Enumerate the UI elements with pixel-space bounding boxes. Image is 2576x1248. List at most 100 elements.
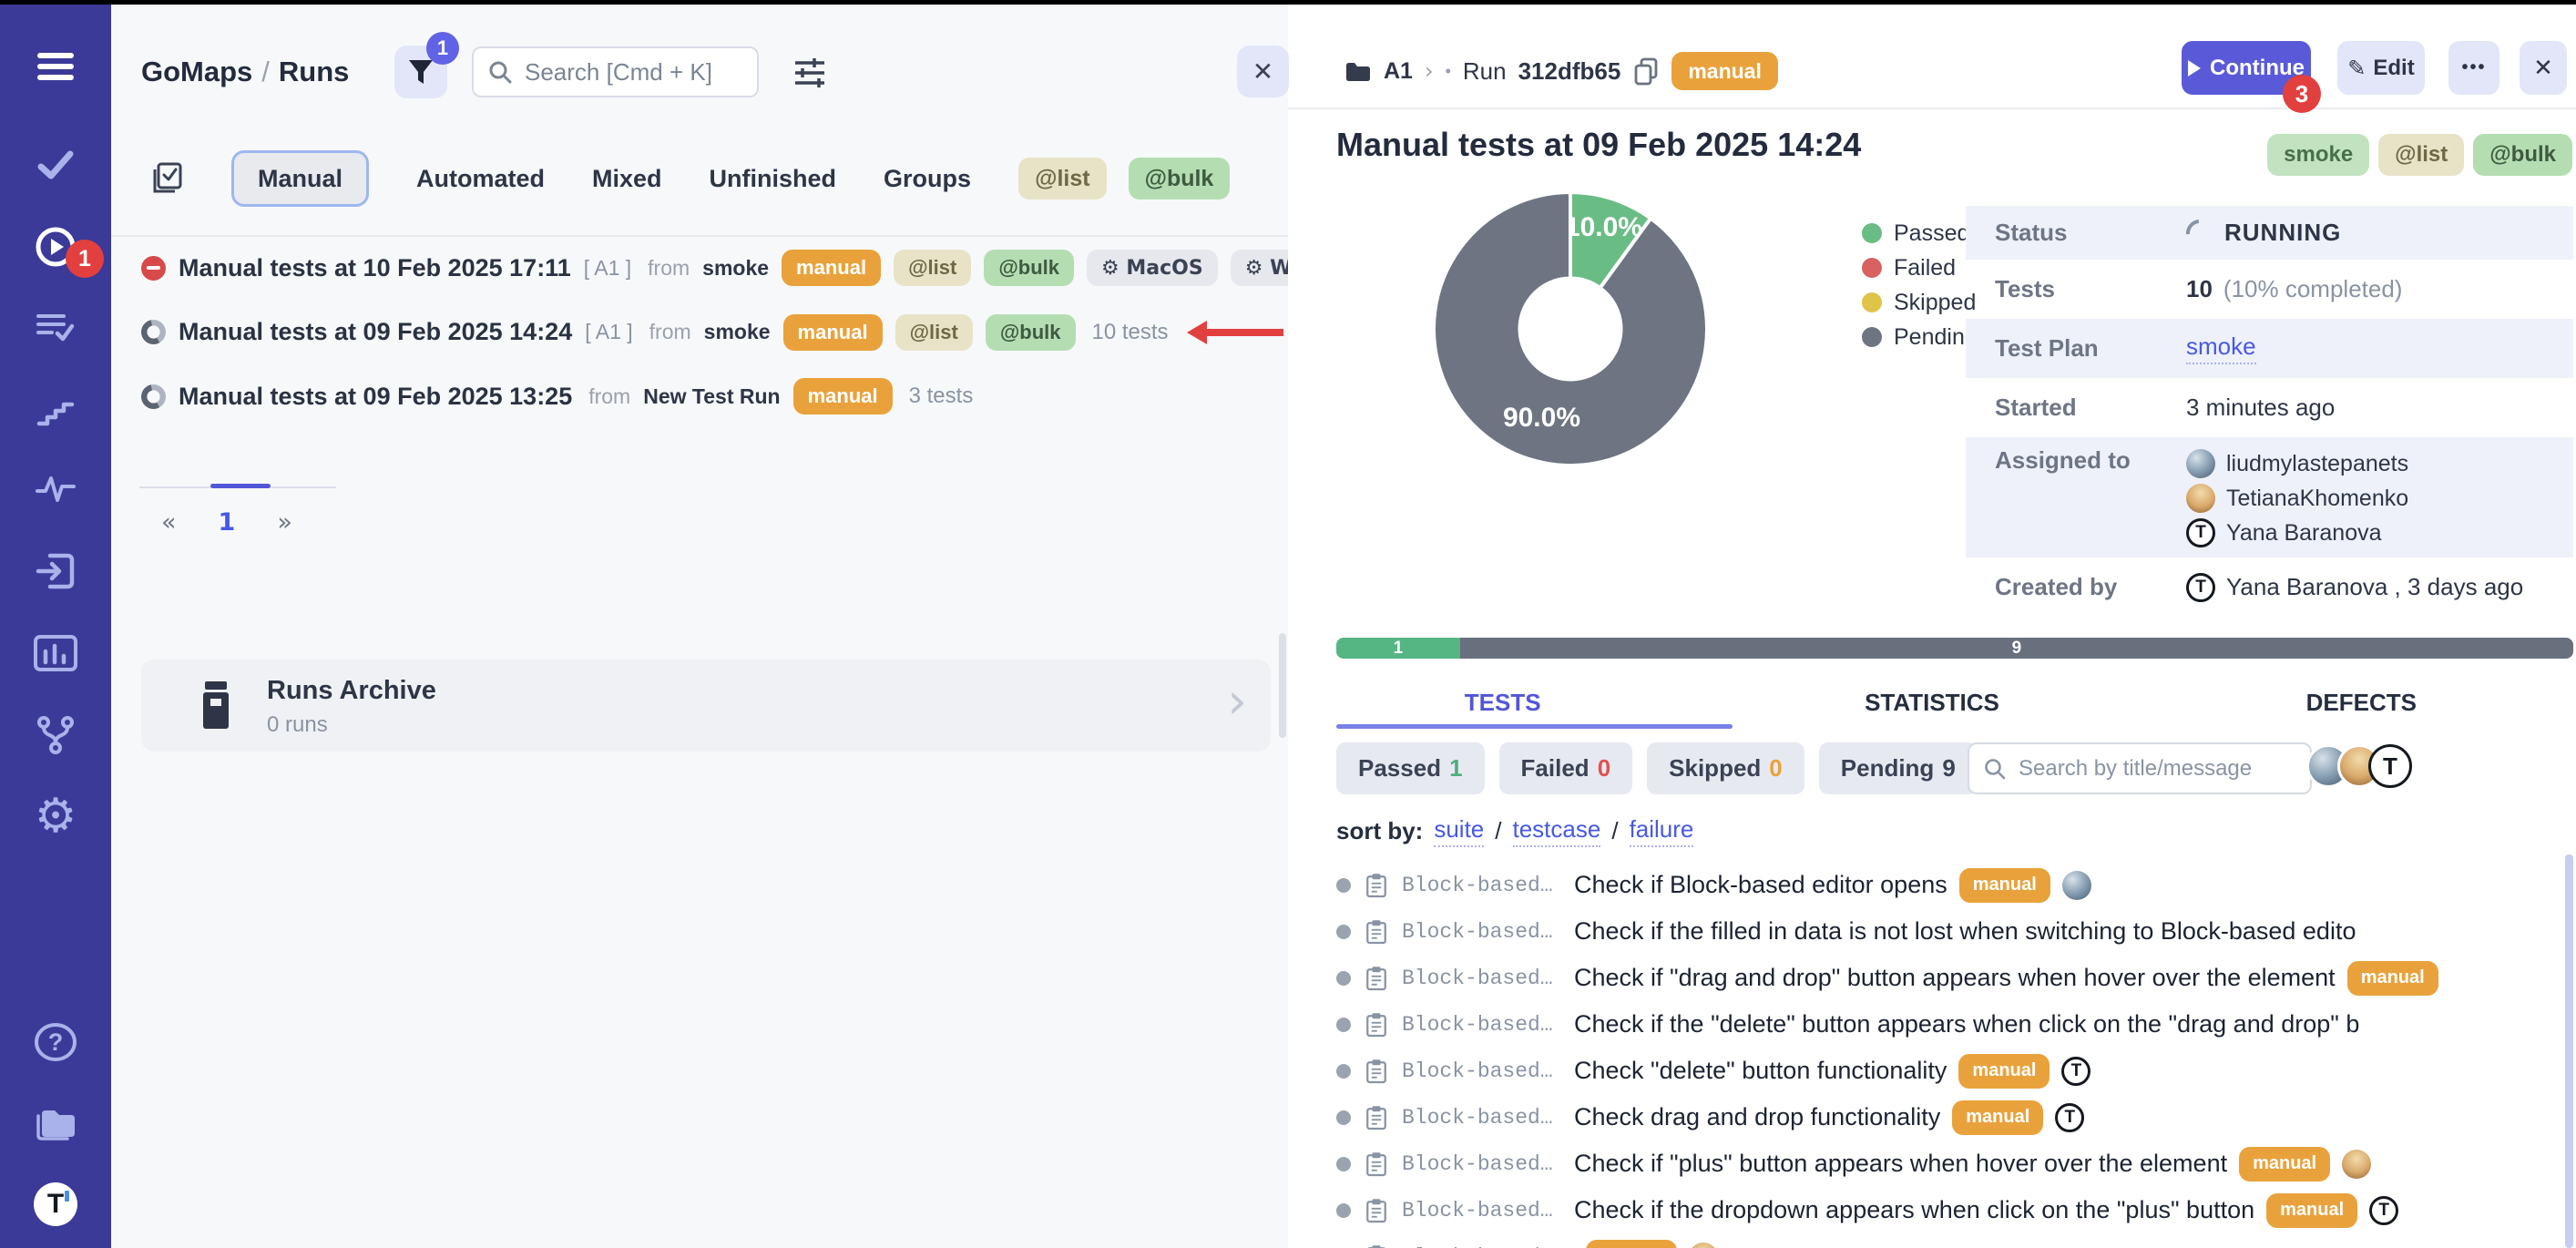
close-details-button[interactable]: ✕ <box>2520 41 2567 95</box>
chip-label: Skipped <box>1669 754 1761 783</box>
tab-groups[interactable]: Groups <box>884 165 971 193</box>
test-tag: manual <box>1586 1240 1677 1248</box>
test-list-item[interactable]: Block-based…Check if "plus" button appea… <box>1336 1141 2563 1187</box>
sort-option-testcase[interactable]: testcase <box>1513 815 1601 847</box>
page-current[interactable]: 1 <box>219 508 236 537</box>
runs-archive-card[interactable]: Runs Archive 0 runs › <box>141 660 1271 752</box>
run-title[interactable]: Manual tests at 10 Feb 2025 17:11 <box>179 254 571 282</box>
menu-icon[interactable] <box>0 49 111 86</box>
tab-automated[interactable]: Automated <box>416 165 545 193</box>
sort-option-suite[interactable]: suite <box>1434 815 1484 847</box>
test-list-item[interactable]: Block-based…manual <box>1336 1233 2563 1248</box>
adjustments-icon[interactable] <box>792 56 827 95</box>
run-progress-bar: 19 <box>1336 638 2573 659</box>
test-title[interactable]: Check if the "delete" button appears whe… <box>1574 1010 2359 1038</box>
details-tabs: TESTSSTATISTICSDEFECTS <box>1288 677 2576 728</box>
test-list-item[interactable]: Block-based…Check if the "delete" button… <box>1336 1001 2563 1048</box>
test-plan-link[interactable]: smoke <box>2186 332 2256 364</box>
edit-button[interactable]: ✎ Edit <box>2337 41 2425 95</box>
filter-count-badge: 1 <box>426 32 459 65</box>
test-title[interactable]: Check if "drag and drop" button appears … <box>1574 964 2336 992</box>
test-list-item[interactable]: Block-based… Check if "drag and drop" but… <box>1336 955 2563 1001</box>
page-prev[interactable]: « <box>161 508 177 537</box>
assignee-avatars[interactable]: T <box>2306 744 2412 788</box>
tab-manual[interactable]: Manual <box>231 150 369 207</box>
test-tag: manual <box>1952 1100 2043 1135</box>
test-list-item[interactable]: Block-based…Check if Block-based editor … <box>1336 862 2563 908</box>
test-status-dot <box>1336 1110 1351 1125</box>
filter-chip-failed[interactable]: Failed0 <box>1499 742 1633 794</box>
info-value: RUNNING <box>2186 219 2341 247</box>
test-suite: Block-based… <box>1402 967 1562 990</box>
run-list-item[interactable]: Manual tests at 09 Feb 2025 14:24[ A1 ]f… <box>141 307 1279 358</box>
run-tag: ⚙ MacOS <box>1087 250 1218 286</box>
legend-dot <box>1862 327 1882 347</box>
run-title[interactable]: Manual tests at 09 Feb 2025 14:24 <box>179 318 572 346</box>
tab-defects[interactable]: DEFECTS <box>2147 677 2576 728</box>
copy-icon[interactable] <box>1632 56 1660 86</box>
annotation-badge-1: 1 <box>66 240 104 278</box>
search-box[interactable] <box>472 46 759 97</box>
test-title[interactable]: Check if the filled in data is not lost … <box>1574 917 2356 946</box>
help-icon[interactable]: ? <box>0 1020 111 1064</box>
test-title[interactable]: Check if the dropdown appears when click… <box>1574 1196 2254 1224</box>
test-tag: manual <box>2239 1147 2330 1182</box>
steps-icon[interactable] <box>0 391 111 431</box>
test-list-item[interactable]: Block-based…Check if the filled in data … <box>1336 908 2563 955</box>
branch-icon[interactable] <box>0 714 111 756</box>
breadcrumb-page[interactable]: Runs <box>279 56 350 87</box>
user-avatar[interactable]: T <box>0 1182 111 1226</box>
close-panel-button[interactable]: ✕ <box>1237 46 1289 97</box>
tab-tests[interactable]: TESTS <box>1288 677 1717 728</box>
test-title[interactable]: Check if Block-based editor opens <box>1574 871 1947 899</box>
test-title[interactable]: Check "delete" button functionality <box>1574 1057 1947 1085</box>
test-list-item[interactable]: Block-based…Check "delete" button functi… <box>1336 1048 2563 1094</box>
test-list-item[interactable]: Block-based…Check drag and drop function… <box>1336 1094 2563 1141</box>
tab-unfinished[interactable]: Unfinished <box>710 165 837 193</box>
sign-in-icon[interactable] <box>0 550 111 592</box>
runs-filter-tabs: Manual AutomatedMixedUnfinishedGroups @l… <box>148 150 1230 207</box>
check-icon[interactable] <box>0 145 111 185</box>
tab-mixed[interactable]: Mixed <box>592 165 662 193</box>
search-input[interactable] <box>523 57 736 87</box>
filter-chip-skipped[interactable]: Skipped0 <box>1647 742 1804 794</box>
left-scrollbar-thumb[interactable] <box>1279 633 1286 738</box>
run-list-item[interactable]: Manual tests at 09 Feb 2025 13:25fromNew… <box>141 371 1279 422</box>
breadcrumb-project[interactable]: GoMaps <box>141 56 252 87</box>
run-source: New Test Run <box>643 384 780 409</box>
info-row: Tests10(10% completed) <box>1966 260 2573 319</box>
activity-icon[interactable] <box>0 469 111 509</box>
right-scrollbar-thumb[interactable] <box>2565 854 2573 1248</box>
filter-button[interactable]: 1 <box>394 46 447 98</box>
bar-chart-icon[interactable] <box>0 633 111 673</box>
folder-icon[interactable] <box>0 1103 111 1143</box>
legend-dot <box>1862 258 1882 278</box>
pagination: « 1 » <box>161 508 292 537</box>
run-tag: manual <box>782 250 881 286</box>
filter-chip-pending[interactable]: Pending9 <box>1819 742 1978 794</box>
more-actions-button[interactable]: ••• <box>2448 41 2499 95</box>
settings-gear-icon[interactable]: ⚙ <box>0 793 111 840</box>
donut-label: 10.0% <box>1565 212 1642 242</box>
page-next[interactable]: » <box>277 508 292 537</box>
run-title[interactable]: Manual tests at 09 Feb 2025 13:25 <box>179 383 572 411</box>
run-ref: [ A1 ] <box>584 256 631 281</box>
bulk-select-icon[interactable] <box>148 160 184 197</box>
tests-search-input[interactable] <box>2017 755 2285 783</box>
filter-chip-passed[interactable]: Passed1 <box>1336 742 1485 794</box>
test-title[interactable]: Check drag and drop functionality <box>1574 1103 1940 1131</box>
sort-option-failure[interactable]: failure <box>1630 815 1694 847</box>
legend-dot <box>1862 223 1882 243</box>
chip-count: 0 <box>1598 754 1610 783</box>
test-list-item[interactable]: Block-based…Check if the dropdown appear… <box>1336 1187 2563 1233</box>
tests-search-box[interactable] <box>1968 742 2312 794</box>
tab-statistics[interactable]: STATISTICS <box>1717 677 2146 728</box>
run-list-item[interactable]: Manual tests at 10 Feb 2025 17:11[ A1 ]f… <box>141 242 1279 293</box>
run-tests-count: 10 tests <box>1092 320 1169 345</box>
breadcrumb-project-code[interactable]: A1 <box>1384 58 1413 85</box>
test-title[interactable]: Check if "plus" button appears when hove… <box>1574 1150 2227 1178</box>
list-check-icon[interactable] <box>0 308 111 348</box>
status-filter-chips: Passed1Failed0Skipped0Pending9 <box>1336 742 1978 794</box>
chip-count: 9 <box>1942 754 1955 783</box>
play-icon <box>2188 60 2201 77</box>
